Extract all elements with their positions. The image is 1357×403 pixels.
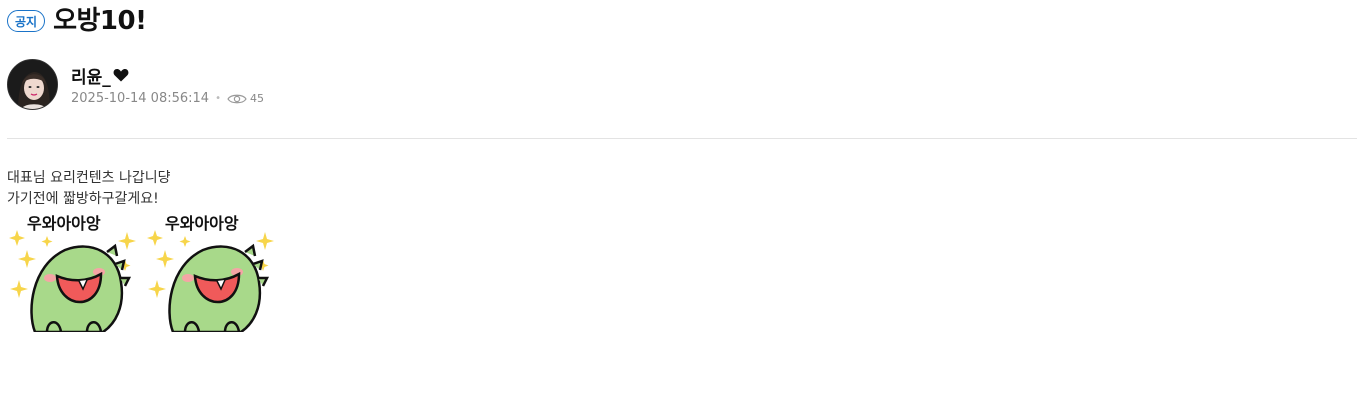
- body-line-2: 가기전에 짧방하구갈게요!: [7, 191, 159, 207]
- green-dino-sticker[interactable]: 우와아아앙: [7, 212, 145, 332]
- post-body: 대표님 요리컨텐츠 나갑니댱 가기전에 짧방하구갈게요!: [7, 168, 170, 210]
- post-title: 오방10!: [53, 6, 147, 36]
- sticker-caption: 우와아아앙: [27, 214, 101, 233]
- eye-icon: [227, 94, 247, 103]
- post-date: 2025-10-14 08:56:14: [71, 91, 210, 106]
- title-row: 공지 오방10!: [7, 4, 147, 38]
- meta-line: 2025-10-14 08:56:14 • 45: [71, 91, 264, 106]
- meta-separator: •: [215, 93, 221, 104]
- sticker-caption: 우와아아앙: [165, 214, 239, 233]
- green-dino-sticker[interactable]: 우와아아앙: [145, 212, 283, 332]
- author-meta: 리윤_ 2025-10-14 08:56:14 • 45: [71, 63, 264, 107]
- notice-badge: 공지: [7, 10, 46, 32]
- author-row: 리윤_ 2025-10-14 08:56:14 • 45: [7, 59, 264, 110]
- avatar-photo: [8, 60, 57, 109]
- sticker-row: 우와아아앙 우와아아앙: [7, 212, 283, 332]
- author-name-row[interactable]: 리윤_: [71, 63, 264, 88]
- divider: [7, 138, 1357, 139]
- avatar[interactable]: [7, 59, 58, 110]
- black-heart-icon: [113, 69, 129, 82]
- author-name: 리윤_: [71, 67, 111, 88]
- post-page: 공지 오방10! 리윤_ 2025-10-14 08:56:14 • 45 대표…: [0, 0, 1357, 403]
- view-count: 45: [249, 92, 264, 105]
- body-line-1: 대표님 요리컨텐츠 나갑니댱: [7, 170, 171, 186]
